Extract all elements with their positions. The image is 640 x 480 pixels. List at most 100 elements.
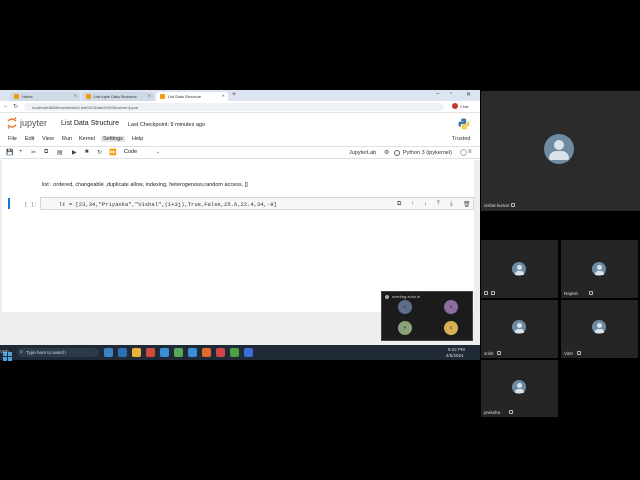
menu-edit[interactable]: Edit: [25, 136, 34, 142]
participant-name: preksha: [484, 410, 501, 415]
chevron-down-icon[interactable]: ⌄: [156, 149, 160, 155]
avatar: [592, 320, 606, 334]
app-icon[interactable]: [146, 348, 155, 357]
maximize-icon[interactable]: ▫: [450, 91, 452, 97]
delete-cell-icon[interactable]: 🗑: [463, 201, 471, 208]
browser-tab-list-tuple[interactable]: List tuple Data Structure ✕: [82, 92, 154, 101]
menu-file[interactable]: File: [8, 136, 17, 142]
address-bar-row: ← ↻ localhost:8888/notebooks/Lists%20Dat…: [0, 101, 480, 113]
video-icon: [491, 291, 495, 295]
markdown-cell[interactable]: list : ordered, changeable ,duplicate al…: [42, 182, 248, 188]
participant-tile-vinh[interactable]: Vinh: [561, 300, 638, 358]
url-field[interactable]: localhost:8888/notebooks/Lists%20Data%20…: [24, 103, 444, 111]
taskbar-search-input[interactable]: ⌕ Type here to search: [17, 348, 99, 357]
cut-icon[interactable]: ✂: [31, 149, 36, 156]
task-view-icon[interactable]: [104, 348, 113, 357]
bug-icon[interactable]: ⚙: [384, 149, 389, 156]
restart-icon[interactable]: ↻: [97, 149, 102, 156]
chrome-icon[interactable]: [230, 348, 239, 357]
mini-participant-avatar: S: [444, 321, 458, 335]
app-icon[interactable]: [202, 348, 211, 357]
duplicate-cell-icon[interactable]: ⧉: [397, 201, 401, 208]
new-tab-button[interactable]: +: [232, 91, 236, 98]
close-icon[interactable]: ✕: [74, 93, 77, 98]
code-cell-editor[interactable]: lt = [23,34,"Priyanka","Vishal",(1+3j),T…: [40, 197, 474, 210]
jupyterlab-link[interactable]: JupyterLab: [349, 150, 376, 156]
mini-participant-avatar: V: [398, 300, 412, 314]
copy-icon[interactable]: ⧉: [44, 149, 48, 156]
participant-tile[interactable]: [481, 240, 558, 298]
profile-avatar[interactable]: [452, 103, 458, 109]
menu-kernel[interactable]: Kernel: [79, 136, 95, 142]
stop-icon[interactable]: ■: [85, 149, 89, 155]
participant-name: Vinh: [564, 351, 573, 356]
mini-window-title: meeting.zoho.in: [392, 294, 421, 299]
jupyter-menu-bar: File Edit View Run Kernel Settings Help …: [0, 135, 480, 145]
browser-tab-home[interactable]: Home ✕: [10, 92, 80, 101]
trusted-indicator[interactable]: Trusted: [452, 136, 470, 142]
restart-run-all-icon[interactable]: ⏩: [109, 149, 116, 156]
menu-icon[interactable]: ≡: [468, 149, 472, 155]
save-icon[interactable]: 💾: [6, 149, 13, 156]
jupyter-logo-icon: [7, 117, 17, 129]
taskbar-date[interactable]: 4/5/2024: [446, 353, 464, 358]
meeting-mini-window[interactable]: meeting.zoho.in V V P S: [381, 291, 473, 341]
participant-strip-label: Vish: [0, 349, 9, 354]
app-icon[interactable]: [160, 348, 169, 357]
kernel-idle-icon: ◯: [460, 150, 467, 156]
minimize-icon[interactable]: –: [436, 91, 439, 97]
menu-settings[interactable]: Settings: [101, 136, 125, 142]
active-cell-indicator: [8, 198, 10, 209]
browser-tab-list-data-structure[interactable]: List Data Structure ✕: [156, 92, 228, 101]
close-icon[interactable]: ✕: [222, 93, 225, 98]
window-close-icon[interactable]: ✕: [466, 91, 471, 98]
mic-icon: [511, 203, 515, 207]
move-down-icon[interactable]: ↓: [424, 201, 427, 207]
app-icon[interactable]: [244, 348, 253, 357]
notebook-title[interactable]: List Data Structure: [61, 120, 119, 127]
mic-icon: [484, 291, 488, 295]
browser-tab-bar: Home ✕ List tuple Data Structure ✕ List …: [0, 90, 480, 101]
cell-type-select[interactable]: Code: [124, 149, 137, 155]
refresh-icon[interactable]: ↻: [13, 103, 18, 110]
app-icon[interactable]: [174, 348, 183, 357]
participant-tile-rajesh[interactable]: Rajesh: [561, 240, 638, 298]
back-icon[interactable]: ←: [3, 103, 9, 109]
search-icon: ⌕: [20, 349, 23, 355]
participant-name: Rajesh: [564, 291, 579, 296]
jupyter-brand[interactable]: jupyter: [20, 118, 47, 128]
jupyter-favicon-icon: [14, 94, 19, 99]
chat-label[interactable]: Chat: [460, 104, 468, 109]
search-placeholder: Type here to search: [26, 350, 66, 355]
menu-run[interactable]: Run: [62, 136, 72, 142]
run-icon[interactable]: ▶: [72, 149, 77, 156]
move-up-icon[interactable]: ↑: [411, 201, 414, 207]
mic-icon: [577, 351, 581, 355]
avatar: [592, 262, 606, 276]
tab-label: Home: [22, 94, 33, 99]
main-participant-tile[interactable]: vishal kumar: [481, 91, 640, 211]
mini-participant-avatar: P: [398, 321, 412, 335]
insert-cell-icon[interactable]: +: [19, 149, 23, 155]
tab-label: List tuple Data Structure: [94, 94, 137, 99]
app-icon[interactable]: [188, 348, 197, 357]
mic-icon: [589, 291, 593, 295]
mini-participant-avatar: V: [444, 300, 458, 314]
taskbar-time[interactable]: 9:22 PM: [448, 347, 465, 352]
meeting-icon: [385, 295, 389, 299]
menu-view[interactable]: View: [42, 136, 54, 142]
mic-icon: [497, 351, 501, 355]
file-explorer-icon[interactable]: [132, 348, 141, 357]
participant-tile-srish[interactable]: srish: [481, 300, 558, 358]
close-icon[interactable]: ✕: [148, 93, 151, 98]
app-icon[interactable]: [216, 348, 225, 357]
participant-tile-preksha[interactable]: preksha: [481, 360, 558, 417]
insert-above-icon[interactable]: ⤒: [437, 201, 440, 208]
jupyter-favicon-icon: [86, 94, 91, 99]
edge-icon[interactable]: [118, 348, 127, 357]
jupyter-header: jupyter List Data Structure Last Checkpo…: [0, 113, 480, 135]
menu-help[interactable]: Help: [132, 136, 143, 142]
paste-icon[interactable]: ▤: [57, 149, 63, 156]
kernel-name[interactable]: Python 3 (ipykernel): [403, 150, 452, 156]
insert-below-icon[interactable]: ⤓: [450, 201, 453, 208]
